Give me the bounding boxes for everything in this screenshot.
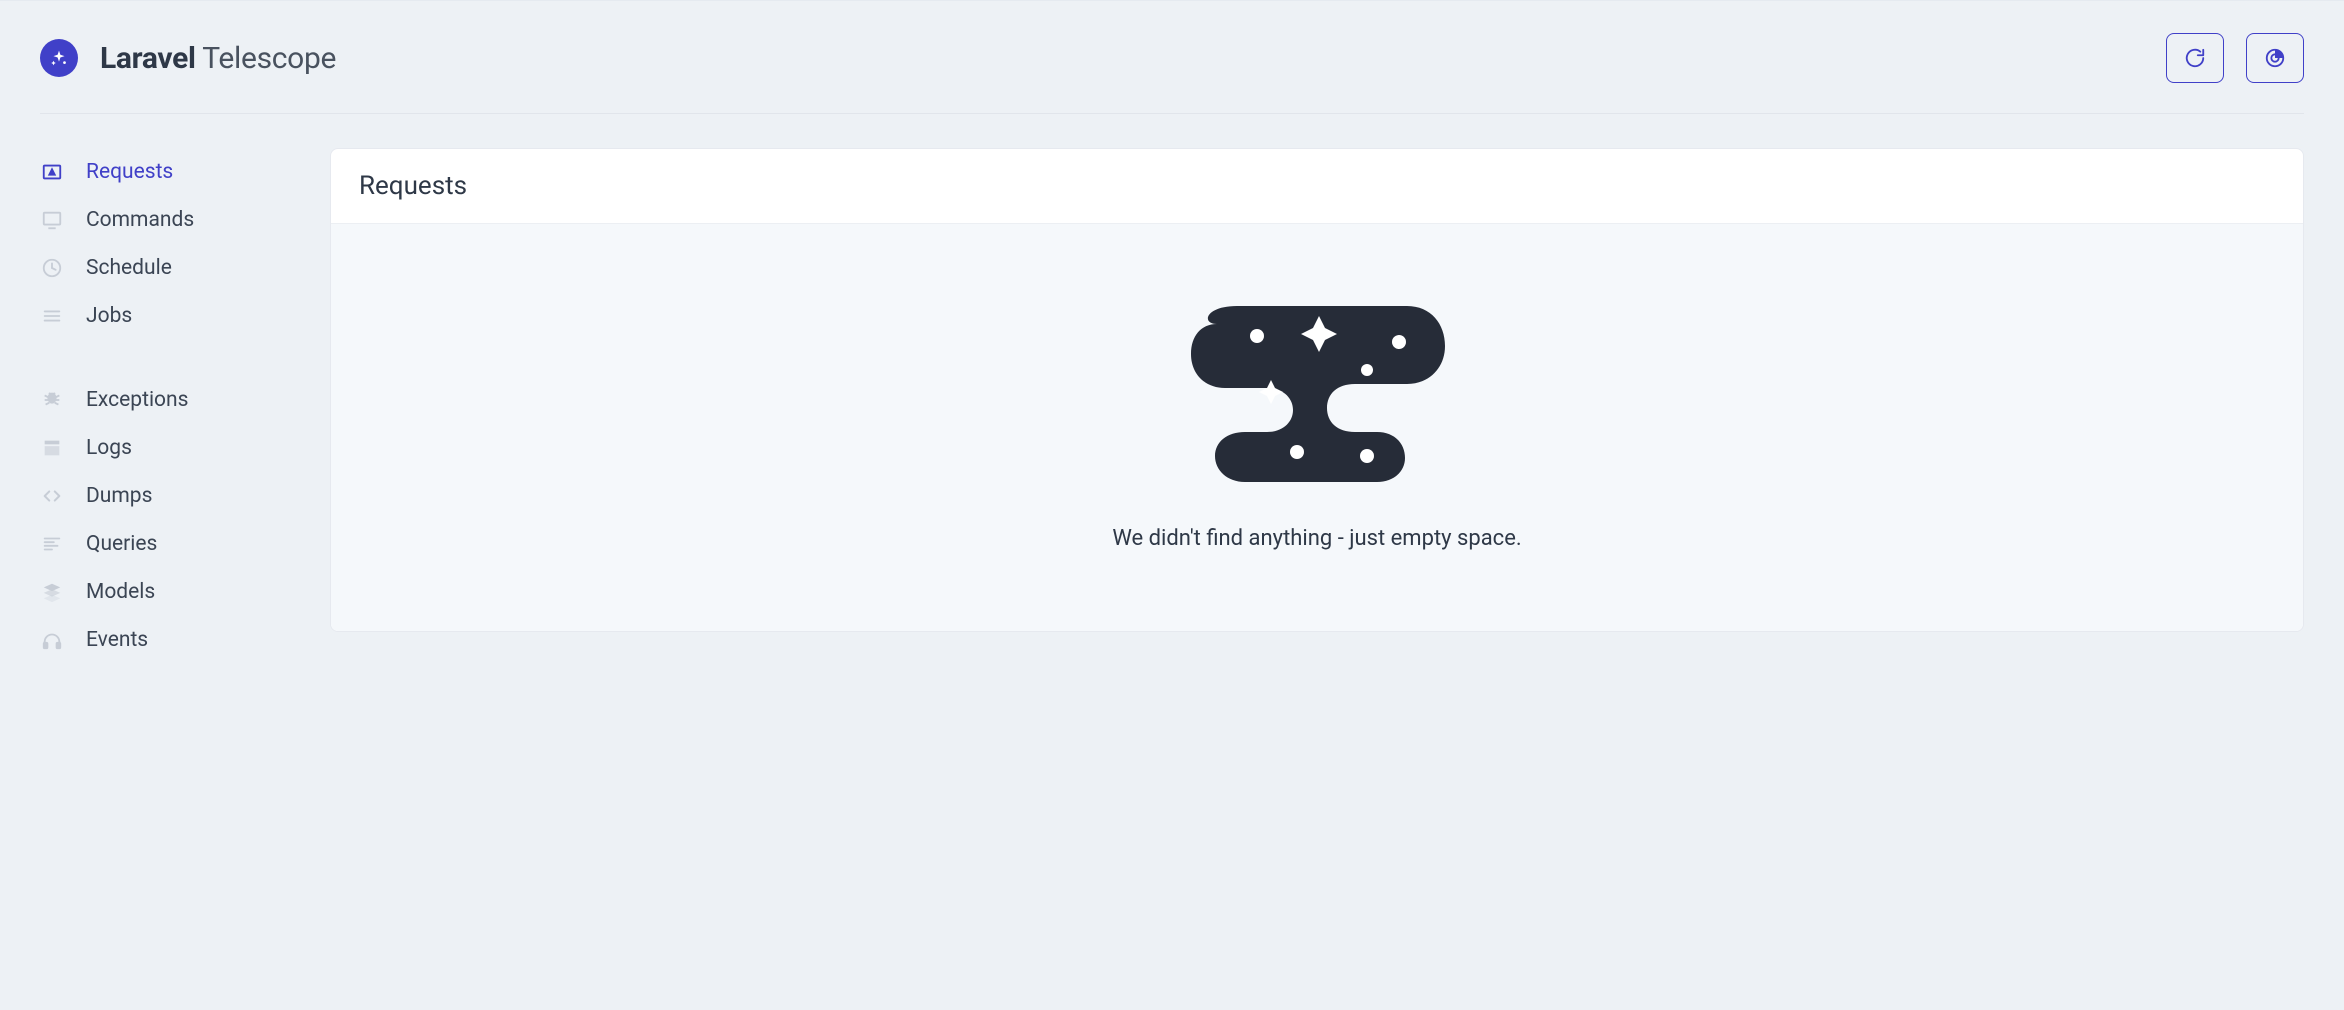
topbar: Laravel Telescope [40,1,2304,114]
sidebar-item-label: Jobs [86,304,132,328]
dumps-icon [40,484,64,508]
top-actions [2166,33,2304,83]
sidebar-item-label: Schedule [86,256,172,280]
models-icon [40,580,64,604]
telescope-logo-icon [40,39,78,77]
schedule-icon [40,256,64,280]
monitoring-button[interactable] [2246,33,2304,83]
radar-icon [2264,47,2286,69]
sidebar-item-label: Events [86,628,148,652]
main: Requests We d [330,148,2304,700]
panel-title: Requests [331,149,2303,224]
panel-body: We didn't find anything - just empty spa… [331,224,2303,631]
sidebar-item-label: Requests [86,160,173,184]
logs-icon [40,436,64,460]
refresh-button[interactable] [2166,33,2224,83]
app-root: Laravel Telescope [0,0,2344,740]
sidebar-item-label: Logs [86,436,132,460]
empty-state-message: We didn't find anything - just empty spa… [1112,526,1521,551]
brand-title: Laravel Telescope [100,41,336,76]
sidebar-item-requests[interactable]: Requests [40,148,290,196]
sidebar-item-commands[interactable]: Commands [40,196,290,244]
sidebar-item-models[interactable]: Models [40,568,290,616]
sidebar-item-logs[interactable]: Logs [40,424,290,472]
body: Requests Commands [40,114,2304,700]
brand-title-rest: Telescope [196,41,336,76]
brand-title-strong: Laravel [100,41,196,76]
jobs-icon [40,304,64,328]
refresh-icon [2184,47,2206,69]
sidebar-item-events[interactable]: Events [40,616,290,664]
sidebar-item-dumps[interactable]: Dumps [40,472,290,520]
commands-icon [40,208,64,232]
sidebar-item-label: Exceptions [86,388,188,412]
sidebar-item-label: Models [86,580,155,604]
sidebar-item-jobs[interactable]: Jobs [40,292,290,340]
sidebar-item-label: Dumps [86,484,152,508]
nav-group-0: Requests Commands [40,148,290,340]
queries-icon [40,532,64,556]
events-icon [40,628,64,652]
sidebar-item-queries[interactable]: Queries [40,520,290,568]
requests-icon [40,160,64,184]
nav-group-1: Exceptions Logs [40,376,290,664]
sidebar-item-label: Commands [86,208,194,232]
sidebar-item-label: Queries [86,532,157,556]
brand: Laravel Telescope [40,39,336,77]
exceptions-icon [40,388,64,412]
sidebar-item-exceptions[interactable]: Exceptions [40,376,290,424]
empty-space-illustration-icon [1187,294,1447,484]
panel-card: Requests We d [330,148,2304,632]
sidebar-item-schedule[interactable]: Schedule [40,244,290,292]
sidebar: Requests Commands [40,148,290,700]
